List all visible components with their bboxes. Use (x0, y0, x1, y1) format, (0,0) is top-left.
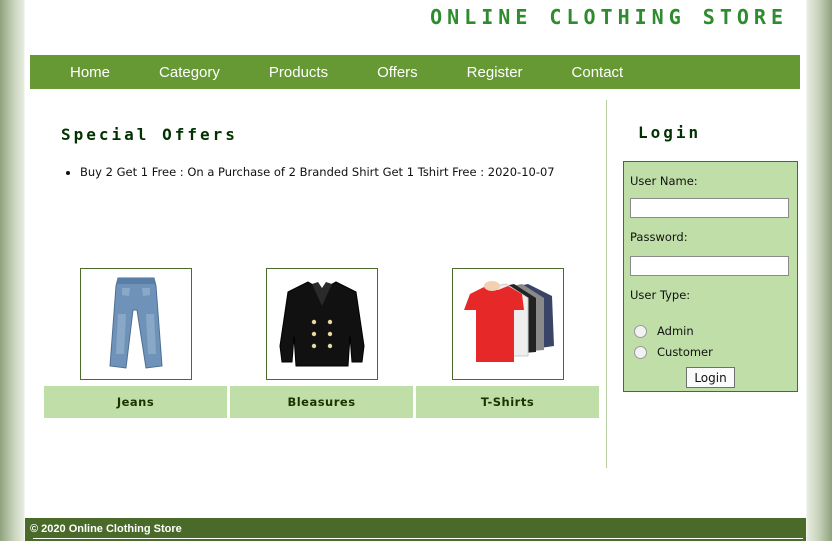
admin-radio-button[interactable] (634, 324, 647, 338)
customer-radio-button[interactable] (634, 345, 647, 359)
admin-radio-label[interactable]: Admin (657, 324, 694, 338)
radio-admin[interactable]: Admin (634, 324, 694, 338)
main-nav: Home Category Products Offers Register C… (30, 55, 800, 89)
product-card-jeans[interactable]: Jeans (44, 268, 227, 418)
nav-contact[interactable]: Contact (572, 64, 624, 81)
product-grid: Jeans Bleasures T-Shirts (44, 268, 599, 418)
username-input[interactable] (630, 198, 789, 218)
product-label-bleasures[interactable]: Bleasures (230, 386, 413, 418)
nav-products[interactable]: Products (269, 64, 328, 81)
password-label: Password: (630, 230, 688, 244)
offers-list: Buy 2 Get 1 Free : On a Purchase of 2 Br… (80, 165, 555, 179)
radio-customer[interactable]: Customer (634, 345, 713, 359)
usertype-label: User Type: (630, 288, 691, 302)
login-form: User Name: Password: User Type: Admin Cu… (623, 161, 798, 392)
product-label-jeans[interactable]: Jeans (44, 386, 227, 418)
special-offers-heading: Special Offers (61, 125, 238, 144)
login-heading: Login (638, 123, 702, 142)
nav-register[interactable]: Register (467, 64, 523, 81)
nav-offers[interactable]: Offers (377, 64, 418, 81)
column-divider (606, 100, 607, 468)
username-label: User Name: (630, 174, 698, 188)
tshirts-image[interactable] (451, 268, 564, 380)
login-button[interactable]: Login (686, 367, 735, 388)
nav-home[interactable]: Home (70, 64, 110, 81)
product-label-tshirts[interactable]: T-Shirts (416, 386, 599, 418)
main-content: Special Offers Buy 2 Get 1 Free : On a P… (40, 100, 605, 460)
product-card-bleasures[interactable]: Bleasures (230, 268, 413, 418)
site-title: ONLINE CLOTHING STORE (430, 5, 788, 29)
footer-divider (33, 538, 803, 539)
password-input[interactable] (630, 256, 789, 276)
blazer-image[interactable] (265, 268, 378, 380)
customer-radio-label[interactable]: Customer (657, 345, 713, 359)
page-container: ONLINE CLOTHING STORE Home Category Prod… (25, 0, 806, 541)
nav-category[interactable]: Category (159, 64, 220, 81)
offer-item: Buy 2 Get 1 Free : On a Purchase of 2 Br… (80, 165, 555, 179)
jeans-image[interactable] (79, 268, 192, 380)
product-card-tshirts[interactable]: T-Shirts (416, 268, 599, 418)
